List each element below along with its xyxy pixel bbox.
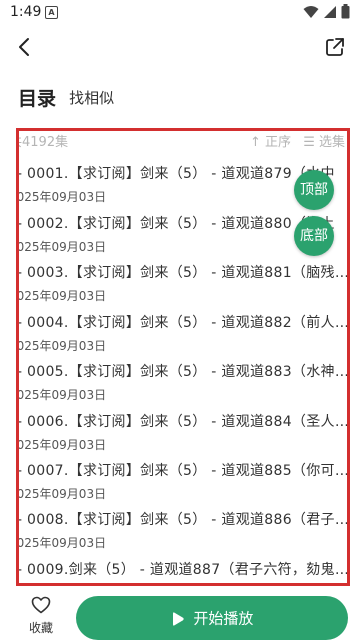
chapter-date: 2025年09月03日: [16, 487, 107, 501]
top-bar: [0, 28, 360, 64]
chapter-title: 6 - 0006.【求订阅】剑来（5） - 道观道884（圣人…: [16, 414, 350, 430]
start-play-label: 开始播放: [193, 609, 254, 628]
chapter-date: 2025年09月03日: [16, 536, 107, 550]
heart-icon: [31, 596, 51, 614]
chapter-title: 8 - 0008.【求订阅】剑来（5） - 道观道886（君子…: [16, 512, 350, 528]
scroll-bottom-button[interactable]: 底部: [294, 216, 334, 256]
share-icon: [326, 38, 344, 56]
sort-toggle[interactable]: ↑ 正序: [250, 135, 291, 150]
chapter-date: 2025年09月03日: [16, 339, 107, 353]
start-play-button[interactable]: 开始播放: [76, 596, 348, 640]
chapter-item[interactable]: 5 - 0005.【求订阅】剑来（5） - 道观道883（水神… 2025年09…: [16, 361, 350, 411]
total-count: 共4192集: [19, 135, 69, 150]
page-title: 目录: [18, 88, 57, 110]
play-icon: [172, 611, 184, 626]
list-header: 共4192集 ↑ 正序 ☰ 选集: [19, 131, 347, 151]
wifi-icon: [303, 5, 319, 18]
chapter-item[interactable]: 7 - 0007.【求订阅】剑来（5） - 道观道885（你可… 2025年09…: [16, 460, 350, 510]
favorite-label: 收藏: [28, 621, 53, 635]
chapter-title: 3 - 0003.【求订阅】剑来（5） - 道观道881（脑残…: [16, 265, 350, 281]
chapter-item[interactable]: 9 - 0009.剑来（5） - 道观道887（君子六符，劾鬼…: [16, 559, 350, 583]
heading-row: 目录 找相似: [18, 84, 114, 112]
chapter-date: 2025年09月03日: [16, 240, 107, 254]
scroll-top-button[interactable]: 顶部: [294, 170, 334, 210]
chapter-item[interactable]: 8 - 0008.【求订阅】剑来（5） - 道观道886（君子… 2025年09…: [16, 509, 350, 559]
status-bar: 1:49 A: [0, 0, 360, 26]
chevron-left-icon: [19, 38, 29, 56]
status-icons: [303, 4, 350, 20]
chapter-date: 2025年09月03日: [16, 438, 107, 452]
chapter-title: 1 - 0001.【求订阅】剑来（5） - 道观道879（水中: [16, 166, 335, 182]
find-similar-link[interactable]: 找相似: [69, 89, 114, 107]
share-button[interactable]: [322, 34, 348, 60]
chapter-title: 5 - 0005.【求订阅】剑来（5） - 道观道883（水神…: [16, 364, 350, 380]
back-button[interactable]: [12, 34, 38, 60]
chapter-title: 9 - 0009.剑来（5） - 道观道887（君子六符，劾鬼…: [16, 562, 350, 578]
chapter-item[interactable]: 3 - 0003.【求订阅】剑来（5） - 道观道881（脑残… 2025年09…: [16, 262, 350, 312]
favorite-button[interactable]: 收藏: [18, 596, 64, 636]
bottom-bar: 收藏 开始播放: [0, 590, 360, 640]
header-actions: ↑ 正序 ☰ 选集: [242, 131, 345, 150]
notification-badge: A: [45, 6, 58, 19]
chapter-title: 7 - 0007.【求订阅】剑来（5） - 道观道885（你可…: [16, 463, 350, 479]
chapter-date: 2025年09月03日: [16, 388, 107, 402]
chapter-title: 2 - 0002.【求订阅】剑来（5） - 道观道880（海上: [16, 216, 335, 232]
chapter-date: 2025年09月03日: [16, 289, 107, 303]
battery-icon: [341, 4, 350, 19]
chapter-date: 2025年09月03日: [16, 190, 107, 204]
chapter-item[interactable]: 4 - 0004.【求订阅】剑来（5） - 道观道882（前人… 2025年09…: [16, 312, 350, 362]
chapter-title: 4 - 0004.【求订阅】剑来（5） - 道观道882（前人…: [16, 315, 350, 331]
select-episodes[interactable]: ☰ 选集: [303, 135, 345, 150]
signal-icon: [323, 5, 336, 18]
status-time: 1:49: [10, 4, 42, 20]
chapter-item[interactable]: 6 - 0006.【求订阅】剑来（5） - 道观道884（圣人… 2025年09…: [16, 411, 350, 461]
